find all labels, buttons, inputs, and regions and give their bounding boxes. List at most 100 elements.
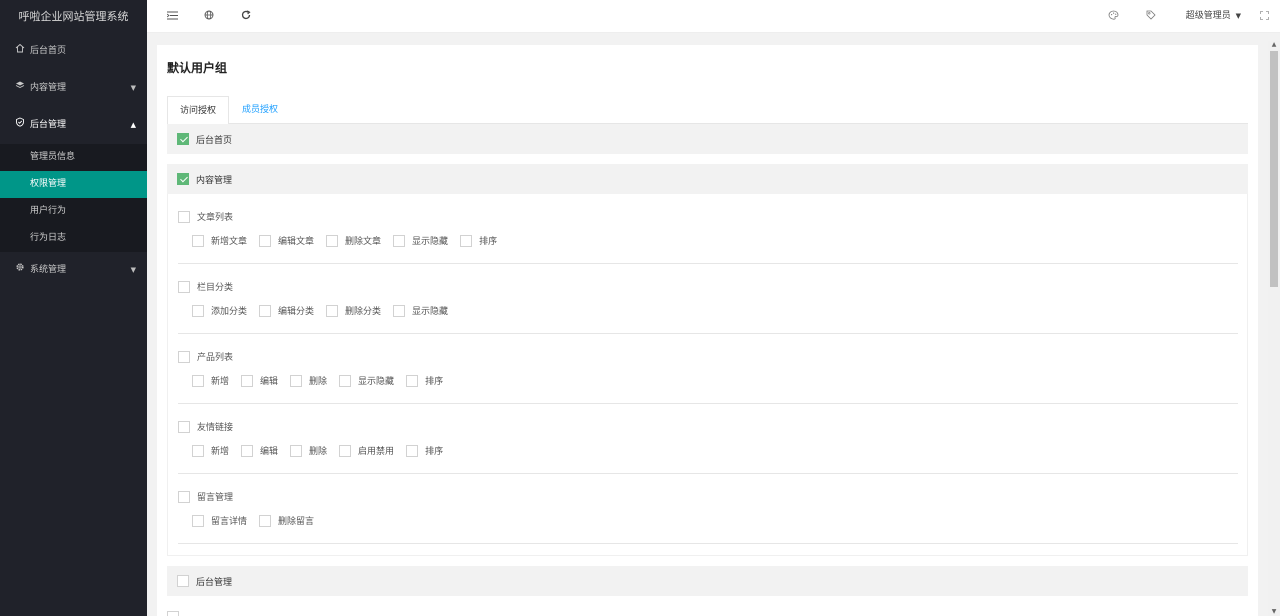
perm-item[interactable]: 添加分类 — [192, 304, 247, 317]
perm-checkbox[interactable] — [192, 444, 204, 457]
perm-checkbox[interactable] — [259, 304, 272, 317]
perm-item[interactable]: 新增 — [192, 374, 229, 387]
section-category[interactable]: 栏目分类 — [178, 280, 233, 293]
perm-label: 删除分类 — [345, 307, 382, 317]
section-checkbox[interactable] — [178, 280, 190, 293]
group-content[interactable]: 内容管理 — [167, 164, 1248, 194]
section-article-list[interactable]: 文章列表 — [178, 210, 233, 223]
scroll-down-arrow[interactable]: ▼ — [1268, 608, 1280, 616]
perm-item[interactable]: 新增 — [192, 444, 229, 457]
sidebar-item-home[interactable]: 后台首页 — [0, 33, 147, 70]
group-content-body: 文章列表 新增文章 编辑文章 删除文章 显示隐藏 排序 栏目分类 添加分类 编辑… — [167, 194, 1248, 556]
section-label: 友情链接 — [197, 423, 234, 433]
perm-item[interactable]: 编辑分类 — [259, 304, 314, 317]
section-checkbox[interactable] — [178, 210, 190, 223]
palette-icon[interactable] — [1105, 0, 1121, 33]
perm-item[interactable]: 显示隐藏 — [339, 374, 394, 387]
section-checkbox[interactable] — [178, 420, 190, 433]
section-checkbox[interactable] — [167, 611, 179, 616]
tab-access-auth[interactable]: 访问授权 — [167, 96, 230, 125]
refresh-icon[interactable] — [238, 0, 254, 33]
group-admin-checkbox[interactable] — [177, 575, 189, 587]
group-home-checkbox[interactable] — [177, 133, 189, 145]
admin-submenu: 管理员信息 权限管理 用户行为 行为日志 — [0, 144, 147, 252]
perm-checkbox[interactable] — [406, 374, 419, 387]
perm-checkbox[interactable] — [192, 234, 204, 247]
perm-checkbox[interactable] — [339, 444, 352, 457]
section-checkbox[interactable] — [178, 490, 190, 503]
submenu-item-behavior-log[interactable]: 行为日志 — [0, 225, 147, 252]
section-checkbox[interactable] — [178, 350, 190, 363]
perm-checkbox[interactable] — [259, 514, 272, 527]
perm-checkbox[interactable] — [406, 444, 419, 457]
perm-checkbox[interactable] — [290, 444, 303, 457]
perm-checkbox[interactable] — [192, 514, 204, 527]
sidebar-item-content[interactable]: 内容管理 ▼ — [0, 70, 147, 107]
perm-row: 新增文章 编辑文章 删除文章 显示隐藏 排序 — [192, 234, 509, 247]
group-admin[interactable]: 后台管理 — [167, 566, 1248, 596]
tab-member-auth[interactable]: 成员授权 — [230, 96, 290, 125]
sidebar-item-admin[interactable]: 后台管理 ▲ — [0, 107, 147, 144]
scroll-thumb[interactable] — [1270, 51, 1278, 287]
scroll-up-arrow[interactable]: ▲ — [1268, 41, 1280, 49]
section-partial[interactable] — [167, 611, 179, 616]
sidebar-item-system[interactable]: 系统管理 ▼ — [0, 252, 147, 289]
perm-item[interactable]: 排序 — [406, 374, 443, 387]
section-friend-links[interactable]: 友情链接 — [178, 420, 233, 433]
perm-item[interactable]: 删除 — [290, 444, 327, 457]
section-label: 栏目分类 — [197, 283, 234, 293]
group-content-label: 内容管理 — [196, 175, 233, 186]
perm-item[interactable]: 删除分类 — [326, 304, 381, 317]
perm-item[interactable]: 编辑 — [241, 374, 278, 387]
perm-item[interactable]: 留言详情 — [192, 514, 247, 527]
user-name: 超级管理员 — [1185, 11, 1231, 21]
chevron-down-icon: ▼ — [130, 84, 136, 92]
perm-checkbox[interactable] — [241, 444, 254, 457]
perm-checkbox[interactable] — [259, 234, 272, 247]
perm-item[interactable]: 新增文章 — [192, 234, 247, 247]
home-icon — [13, 33, 27, 70]
perm-item[interactable]: 删除 — [290, 374, 327, 387]
submenu-item-admin-info[interactable]: 管理员信息 — [0, 144, 147, 171]
perm-checkbox[interactable] — [326, 304, 339, 317]
perm-checkbox[interactable] — [241, 374, 254, 387]
perm-item[interactable]: 删除留言 — [259, 514, 314, 527]
perm-item[interactable]: 启用禁用 — [339, 444, 394, 457]
globe-icon[interactable] — [201, 0, 217, 33]
section-product-list[interactable]: 产品列表 — [178, 350, 233, 363]
perm-item[interactable]: 显示隐藏 — [393, 304, 448, 317]
layers-icon — [13, 70, 27, 107]
perm-checkbox[interactable] — [326, 234, 339, 247]
perm-item[interactable]: 排序 — [460, 234, 497, 247]
perm-checkbox[interactable] — [460, 234, 473, 247]
section-divider — [178, 473, 1238, 474]
fullscreen-icon[interactable] — [1256, 0, 1272, 33]
gear-icon — [13, 252, 27, 289]
menu-toggle-icon[interactable] — [164, 0, 180, 33]
perm-checkbox[interactable] — [339, 374, 352, 387]
chevron-down-icon: ▼ — [130, 266, 136, 274]
perm-label: 编辑 — [260, 377, 279, 387]
perm-row: 添加分类 编辑分类 删除分类 显示隐藏 — [192, 304, 460, 317]
perm-checkbox[interactable] — [192, 304, 204, 317]
perm-item[interactable]: 排序 — [406, 444, 443, 457]
perm-item[interactable]: 删除文章 — [326, 234, 381, 247]
perm-item[interactable]: 编辑文章 — [259, 234, 314, 247]
section-messages[interactable]: 留言管理 — [178, 490, 233, 503]
perm-checkbox[interactable] — [290, 374, 303, 387]
perm-label: 编辑分类 — [278, 307, 315, 317]
submenu-item-user-behavior[interactable]: 用户行为 — [0, 198, 147, 225]
perm-item[interactable]: 显示隐藏 — [393, 234, 448, 247]
group-home[interactable]: 后台首页 — [167, 124, 1248, 154]
user-menu[interactable]: 超级管理员 ▼ — [1186, 0, 1241, 33]
perm-checkbox[interactable] — [393, 304, 406, 317]
perm-checkbox[interactable] — [192, 374, 204, 387]
perm-item[interactable]: 编辑 — [241, 444, 278, 457]
tag-icon[interactable] — [1143, 0, 1159, 33]
chevron-up-icon: ▲ — [130, 121, 136, 129]
perm-checkbox[interactable] — [393, 234, 406, 247]
vertical-scrollbar[interactable]: ▲ ▼ — [1268, 41, 1280, 616]
submenu-item-permissions[interactable]: 权限管理 — [0, 171, 147, 198]
group-content-checkbox[interactable] — [177, 173, 189, 185]
sidebar-item-label: 内容管理 — [30, 83, 67, 93]
